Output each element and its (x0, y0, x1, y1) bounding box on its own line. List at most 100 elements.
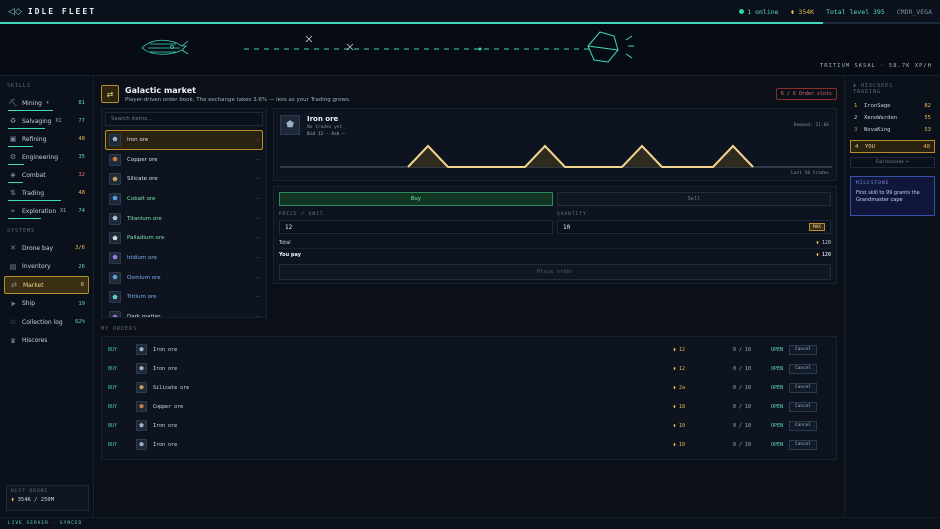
order-price: ⚱ 12 (673, 366, 713, 372)
system-icon: ⇄ (11, 281, 17, 289)
hiscores-row: 2 XenoWarden 55 (850, 112, 935, 124)
online-count: 1 online (747, 7, 779, 16)
system-icon: ✕ (10, 244, 16, 252)
hiscores-score: 48 (923, 143, 930, 150)
total-label: Total (279, 240, 291, 246)
next-drone-value: ⚱ 354K / 250M (11, 497, 84, 503)
list-item[interactable]: ⬟ Dark matter – (105, 307, 263, 318)
chart-area-peak-2 (525, 146, 565, 167)
list-item[interactable]: ⬟ Osmium ore – (105, 268, 263, 288)
ore-icon: ⬟ (136, 382, 147, 393)
username[interactable]: CMDR_VEGA (897, 8, 932, 16)
you-pay-amount: 120 (821, 251, 831, 258)
skill-item-combat[interactable]: ◈ Combat 32 (4, 166, 89, 184)
item-price-placeholder: – (256, 136, 259, 143)
skill-item-mining[interactable]: ⛏ Mining +81 (4, 94, 89, 112)
list-item[interactable]: ⬟ Titanium ore – (105, 209, 263, 229)
order-inputs: PRICE / UNIT 12 QUANTITY 10 MAX (279, 212, 831, 234)
list-item[interactable]: ⬟ Silicate ore – (105, 169, 263, 189)
cancel-order-button[interactable]: Cancel (789, 382, 817, 393)
system-count: 26 (78, 263, 85, 270)
ore-icon: ⬟ (109, 153, 121, 166)
waypoint-icon (478, 47, 482, 51)
chart-area-peak-1 (408, 146, 448, 167)
cancel-order-button[interactable]: Cancel (789, 363, 817, 374)
order-fill: 0 / 10 (732, 384, 752, 391)
system-label: Drone bay (22, 244, 54, 252)
list-item[interactable]: ⬟ Iridium ore – (105, 248, 263, 268)
list-item[interactable]: ⬟ Iron ore – (105, 130, 263, 150)
skill-icon: ♻ (9, 117, 17, 125)
hiscores-rank: 1 (854, 103, 858, 109)
place-order-button[interactable]: Place order (279, 264, 831, 280)
hiscores-rank: 2 (854, 115, 858, 121)
sidebar-item-hiscores[interactable]: ♛ Hiscores (4, 332, 89, 350)
item-price-placeholder: – (256, 274, 259, 281)
skill-item-salvaging[interactable]: ♻ Salvaging X1 77 (4, 112, 89, 130)
cancel-order-button[interactable]: Cancel (789, 439, 817, 450)
credits-icon: ⚱ (11, 497, 18, 503)
skill-level: 32 (78, 172, 85, 178)
table-row: BUY ⬟ Silicate ore ⚱ 2a 0 / 10 OPEN Cancel (102, 378, 836, 397)
ore-icon: ⬟ (136, 344, 147, 355)
price-input[interactable]: 12 (279, 220, 553, 234)
skill-item-trading[interactable]: ⇅ Trading 48 (4, 184, 89, 202)
quantity-value: 10 (563, 223, 571, 231)
item-search-input[interactable] (105, 112, 263, 126)
sidebar-item-collection-log[interactable]: ☆ Collection log 62% (4, 313, 89, 331)
selected-item-demand: Demand: 21.6k (793, 123, 829, 128)
skill-progress-bar (8, 200, 62, 201)
cancel-order-button[interactable]: Cancel (789, 344, 817, 355)
market-header: ⇄ Galactic market Player-driven order bo… (101, 83, 837, 105)
skill-progress-bar (8, 128, 45, 129)
list-item[interactable]: ⬟ Tritium ore – (105, 288, 263, 308)
tab-sell[interactable]: Sell (557, 192, 831, 206)
sidebar-item-ship[interactable]: ➤ Ship 19 (4, 295, 89, 313)
cancel-order-button[interactable]: Cancel (789, 401, 817, 412)
systems-list: ✕ Drone bay 3/6 ▤ Inventory 26 ⇄ Market 6 ➤ Ship 19… (4, 239, 89, 350)
system-icon: ▤ (9, 262, 17, 271)
skill-icon: ◈ (10, 171, 16, 179)
status-footer: LIVE SERVER · SYNCED (0, 517, 940, 529)
order-side: BUY (108, 422, 118, 429)
order-price-value: 12 (679, 365, 686, 372)
ship-icon (141, 39, 189, 55)
sidebar-item-inventory[interactable]: ▤ Inventory 26 (4, 258, 89, 276)
skill-progress-bar (8, 182, 23, 183)
ore-icon: ⬟ (109, 291, 121, 304)
ore-icon: ⬟ (136, 363, 147, 374)
item-list: ⬟ Iron ore – ⬟ Copper ore – ⬟ Silicate ore – ⬟ Cob… (105, 130, 263, 318)
full-hiscores-button[interactable]: Full hiscores → (850, 157, 935, 168)
skill-label: Exploration (22, 207, 57, 215)
next-drone-amount: 354K / 250M (17, 497, 55, 503)
ore-icon: ⬟ (109, 251, 121, 264)
system-icon: ➤ (10, 299, 16, 308)
system-label: Market (23, 281, 44, 289)
skill-item-exploration[interactable]: ⌖ Exploration X1 74 (4, 202, 89, 220)
total-value: ⚱ 120 (816, 240, 831, 246)
item-price-placeholder: – (256, 314, 259, 318)
order-side: BUY (108, 365, 118, 372)
hiscores-label: ♜ HISCORES · TRADING (853, 83, 932, 95)
table-row: BUY ⬟ Iron ore ⚱ 12 0 / 10 OPEN Cancel (102, 359, 836, 378)
list-item[interactable]: ⬟ Cobalt ore – (105, 189, 263, 209)
station-icon (587, 31, 634, 63)
tab-buy[interactable]: Buy (279, 192, 553, 206)
item-name: Silicate ore (127, 176, 158, 183)
ore-icon: ⬟ (109, 212, 121, 225)
list-item[interactable]: ⬟ Copper ore – (105, 150, 263, 170)
item-price-placeholder: – (256, 294, 259, 301)
skill-item-engineering[interactable]: ⚙ Engineering 35 (4, 148, 89, 166)
list-item[interactable]: ⬟ Palladium ore – (105, 228, 263, 248)
max-quantity-button[interactable]: MAX (808, 223, 825, 231)
quantity-input[interactable]: 10 MAX (557, 220, 831, 234)
price-value: 12 (285, 223, 293, 231)
cancel-order-button[interactable]: Cancel (789, 420, 817, 431)
system-count: 3/6 (75, 245, 85, 251)
sidebar-item-market[interactable]: ⇄ Market 6 (4, 276, 89, 294)
skill-item-refining[interactable]: ▣ Refining 48 (4, 130, 89, 148)
sidebar-item-drone-bay[interactable]: ✕ Drone bay 3/6 (4, 239, 89, 257)
order-side: BUY (108, 346, 118, 353)
system-count: 19 (78, 300, 85, 307)
item-name: Titanium ore (127, 215, 162, 222)
